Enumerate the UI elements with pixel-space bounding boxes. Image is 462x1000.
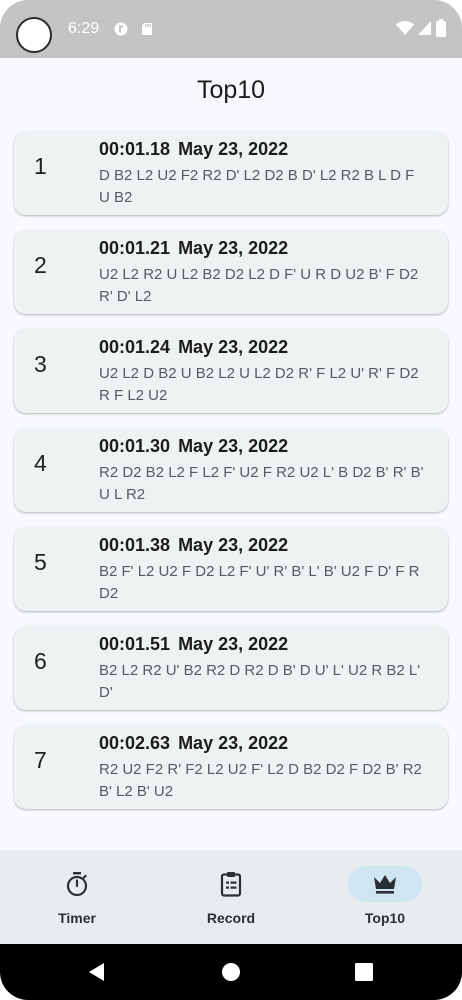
record-header: 00:01.21 May 23, 2022 [99, 238, 288, 259]
phone-screen: 6:29 Top10 1 00:01.18 May 23, 2022 D B2 … [0, 0, 462, 1000]
record-card[interactable]: 5 00:01.38 May 23, 2022 B2 F' L2 U2 F D2 … [14, 527, 448, 611]
status-time: 6:29 [68, 20, 100, 37]
record-time: 00:01.18 [99, 139, 171, 159]
back-triangle-icon[interactable] [86, 961, 108, 983]
nav-label-record: Record [206, 910, 256, 926]
record-scramble: B2 L2 R2 U' B2 R2 D R2 D B' D U' L' U2 R… [99, 662, 421, 701]
sd-card-icon [142, 23, 152, 35]
record-time: 00:01.30 [99, 436, 171, 456]
system-navigation-bar [0, 944, 462, 1000]
nav-label-top10: Top10 [364, 910, 406, 926]
record-header: 00:01.18 May 23, 2022 [99, 139, 288, 160]
record-header: 00:01.51 May 23, 2022 [99, 634, 288, 655]
stopwatch-icon [66, 872, 88, 897]
status-bar: 6:29 [0, 0, 462, 58]
nav-label-timer: Timer [58, 910, 96, 926]
record-rank: 4 [34, 450, 47, 476]
camera-cutout [16, 17, 52, 53]
record-card[interactable]: 6 00:01.51 May 23, 2022 B2 L2 R2 U' B2 R2… [14, 626, 448, 710]
record-card[interactable]: 7 00:02.63 May 23, 2022 R2 U2 F2 R' F2 L2… [14, 725, 448, 809]
top10-list: 1 00:01.18 May 23, 2022 D B2 L2 U2 F2 R2 … [14, 131, 448, 824]
nav-indicator-active [348, 866, 422, 902]
record-header: 00:01.30 May 23, 2022 [99, 436, 288, 457]
recents-square-icon[interactable] [353, 961, 375, 983]
record-time: 00:02.63 [99, 733, 171, 753]
app-notification-icon [114, 22, 128, 36]
record-rank: 2 [34, 252, 47, 278]
record-scramble: U2 L2 D B2 U B2 L2 U L2 D2 R' F L2 U' R'… [99, 365, 419, 404]
status-icons [396, 19, 446, 37]
bottom-navigation: Timer Record Top10 [0, 850, 462, 944]
record-scramble: U2 L2 R2 U L2 B2 D2 L2 D F' U R D U2 B' … [99, 266, 419, 305]
record-time: 00:01.24 [99, 337, 171, 357]
record-rank: 1 [34, 153, 47, 179]
record-date: May 23, 2022 [178, 436, 289, 456]
record-card[interactable]: 4 00:01.30 May 23, 2022 R2 D2 B2 L2 F L2 … [14, 428, 448, 512]
record-date: May 23, 2022 [178, 337, 289, 357]
crown-icon [374, 875, 396, 894]
record-date: May 23, 2022 [178, 733, 289, 753]
nav-item-top10[interactable]: Top10 [308, 850, 462, 944]
home-circle-icon[interactable] [220, 961, 242, 983]
record-date: May 23, 2022 [178, 238, 289, 258]
nav-item-record[interactable]: Record [154, 850, 308, 944]
nav-indicator [40, 866, 114, 902]
record-date: May 23, 2022 [178, 634, 289, 654]
record-header: 00:01.24 May 23, 2022 [99, 337, 288, 358]
battery-icon [436, 19, 446, 37]
record-card[interactable]: 3 00:01.24 May 23, 2022 U2 L2 D B2 U B2 L… [14, 329, 448, 413]
signal-icon [418, 21, 431, 35]
record-date: May 23, 2022 [178, 535, 289, 555]
record-card[interactable]: 2 00:01.21 May 23, 2022 U2 L2 R2 U L2 B2 … [14, 230, 448, 314]
record-header: 00:01.38 May 23, 2022 [99, 535, 288, 556]
record-header: 00:02.63 May 23, 2022 [99, 733, 288, 754]
nav-item-timer[interactable]: Timer [0, 850, 154, 944]
record-rank: 7 [34, 747, 47, 773]
record-rank: 5 [34, 549, 47, 575]
record-time: 00:01.51 [99, 634, 171, 654]
record-date: May 23, 2022 [178, 139, 289, 159]
record-time: 00:01.38 [99, 535, 171, 555]
nav-indicator [194, 866, 268, 902]
wifi-icon [396, 21, 414, 35]
record-scramble: R2 D2 B2 L2 F L2 F' U2 F R2 U2 L' B D2 B… [99, 464, 424, 503]
record-scramble: D B2 L2 U2 F2 R2 D' L2 D2 B D' L2 R2 B L… [99, 167, 415, 206]
record-rank: 6 [34, 648, 47, 674]
clipboard-icon [220, 872, 242, 897]
record-card[interactable]: 1 00:01.18 May 23, 2022 D B2 L2 U2 F2 R2 … [14, 131, 448, 215]
page-title: Top10 [196, 76, 266, 104]
record-scramble: B2 F' L2 U2 F D2 L2 F' U' R' B' L' B' U2… [99, 563, 420, 602]
record-time: 00:01.21 [99, 238, 171, 258]
record-scramble: R2 U2 F2 R' F2 L2 U2 F' L2 D B2 D2 F D2 … [99, 761, 422, 800]
record-rank: 3 [34, 351, 47, 377]
